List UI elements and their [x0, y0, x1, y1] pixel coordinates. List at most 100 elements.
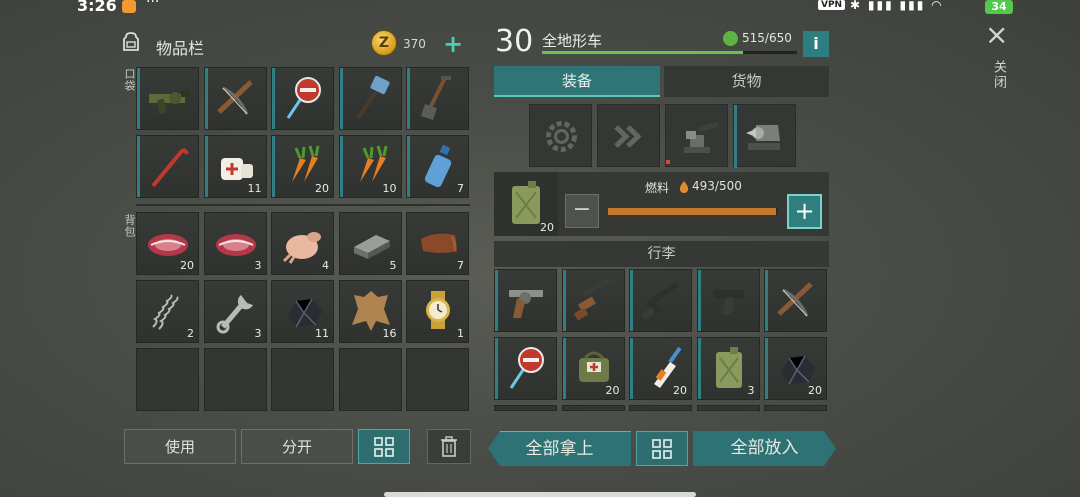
cargo-slot-partial[interactable]: [561, 405, 625, 411]
item-count: 7: [457, 182, 464, 195]
item-count: 3: [747, 384, 755, 397]
backpack-slot-empty[interactable]: [338, 348, 402, 411]
luggage-header: 行李: [494, 241, 829, 267]
sledgehammer-icon: [355, 75, 390, 120]
fuel-plus-button[interactable]: +: [787, 194, 822, 229]
fuel-minus-button[interactable]: −: [565, 194, 599, 228]
item-count: 11: [247, 182, 262, 195]
grid-sort-icon: [652, 439, 672, 459]
pocket-slot-crossbow[interactable]: [203, 67, 267, 130]
equipment-slot-wheel[interactable]: [529, 104, 592, 167]
raw-meat-icon: [215, 234, 256, 256]
cargo-slot-glue-bottle[interactable]: 20: [629, 337, 692, 400]
fuel-drop-icon: [679, 181, 689, 193]
gold-watch-icon: [426, 291, 450, 329]
cargo-slot-partial[interactable]: [494, 405, 557, 411]
pocket-slot-shovel[interactable]: [406, 67, 469, 130]
add-coins-button[interactable]: +: [443, 30, 463, 58]
cargo-slot-partial[interactable]: [764, 405, 827, 411]
grenade-launcher-icon: [149, 91, 190, 114]
crossbow-icon: [777, 282, 813, 317]
item-count: 20: [808, 384, 822, 397]
fuel-value: 493/500: [692, 179, 742, 193]
pocket-slot-sledgehammer[interactable]: [338, 67, 402, 130]
pocket-slot-grenade-launcher[interactable]: [136, 67, 199, 130]
backpack-slot-raw-chicken[interactable]: 4: [271, 212, 334, 275]
cargo-slot-partial[interactable]: [629, 405, 692, 411]
put-all-button[interactable]: 全部放入: [693, 431, 836, 466]
status-bar: 3:26 ··· VPN ✱ ▮▮▮ ▮▮▮ ◠ 34: [0, 0, 1080, 16]
raw-chicken-icon: [282, 232, 321, 264]
close-icon[interactable]: ×: [985, 18, 1008, 51]
status-time: 3:26: [77, 0, 117, 15]
grid-sort-icon: [374, 437, 394, 457]
pocket-slot-crowbar[interactable]: [136, 135, 199, 198]
equipment-slot-turret[interactable]: [665, 104, 728, 167]
drill-ram-icon: [746, 125, 780, 150]
turret-icon: [684, 121, 719, 153]
split-button[interactable]: 分开: [241, 429, 353, 464]
shovel-icon: [421, 76, 451, 120]
broken-indicator: [666, 160, 670, 164]
cargo-slot-revolver[interactable]: [494, 269, 557, 332]
item-count: 1: [457, 327, 464, 340]
cargo-slot-stop-sign[interactable]: [494, 337, 557, 400]
backpack-label: 背包: [123, 214, 136, 238]
home-indicator: [384, 492, 696, 497]
app-notification-icon: [122, 0, 136, 13]
cargo-slot-medkit-bag[interactable]: 20: [561, 337, 625, 400]
equipment-slot-ram[interactable]: [733, 104, 796, 168]
fuel-label: 燃料: [645, 181, 670, 195]
crowbar-icon: [151, 148, 189, 188]
backpack-slot-empty[interactable]: [271, 348, 334, 411]
backpack-slot-animal-hide[interactable]: 16: [338, 280, 402, 343]
take-all-button[interactable]: 全部拿上: [488, 431, 631, 466]
pocket-slot-stop-sign[interactable]: [271, 67, 334, 130]
cargo-slot-crossbow[interactable]: [764, 269, 827, 332]
gear-icon: [546, 121, 577, 152]
item-count: 11: [315, 327, 329, 340]
revolver-icon: [509, 290, 543, 318]
backpack-slot-raw-meat[interactable]: 20: [136, 212, 199, 275]
pocket-slot-water-bottle[interactable]: 7: [406, 135, 469, 198]
tab-equipment[interactable]: 装备: [494, 66, 660, 97]
stop-sign-icon: [286, 77, 321, 119]
pocket-slot-carrots[interactable]: 10: [338, 135, 402, 198]
backpack-slot-wrench[interactable]: 3: [203, 280, 267, 343]
battery-icon: 34: [985, 0, 1013, 14]
sort-grid-button[interactable]: [358, 429, 410, 464]
jerrycan-icon: [715, 347, 742, 388]
backpack-slot-spring[interactable]: 2: [136, 280, 199, 343]
backpack-slot-empty[interactable]: [203, 348, 267, 411]
inventory-title: 物品栏: [156, 39, 205, 58]
iron-bar-icon: [353, 235, 390, 259]
equipment-slot-engine[interactable]: [597, 104, 660, 167]
backpack-slot-leather[interactable]: 7: [406, 212, 469, 275]
more-notifications-icon: ···: [146, 0, 160, 10]
pocket-slot-carrots[interactable]: 20: [271, 135, 334, 198]
fuel-bar-fill: [608, 208, 776, 215]
tab-cargo[interactable]: 货物: [664, 66, 829, 97]
cargo-slot-coal-ore[interactable]: 20: [764, 337, 827, 400]
cargo-slot-jerrycan[interactable]: 3: [696, 337, 760, 400]
pocket-slot-bandage[interactable]: 11: [203, 135, 267, 198]
backpack-slot-iron-bar[interactable]: 5: [338, 212, 402, 275]
fuel-can-count: 20: [540, 221, 554, 234]
vehicle-sort-button[interactable]: [636, 431, 688, 466]
cargo-slot-assault-rifle[interactable]: [629, 269, 692, 332]
use-button[interactable]: 使用: [124, 429, 236, 464]
close-label[interactable]: 关闭: [989, 60, 1008, 90]
backpack-slot-empty[interactable]: [406, 348, 469, 411]
backpack-slot-coal-ore[interactable]: 11: [271, 280, 334, 343]
backpack-slot-empty[interactable]: [136, 348, 199, 411]
backpack-slot-gold-watch[interactable]: 1: [406, 280, 469, 343]
cargo-slot-pistol[interactable]: [696, 269, 760, 332]
backpack-slot-raw-meat[interactable]: 3: [203, 212, 267, 275]
item-count: 3: [254, 259, 262, 272]
cargo-slot-partial[interactable]: [696, 405, 760, 411]
cargo-slot-shotgun[interactable]: [561, 269, 625, 332]
fuel-can-slot[interactable]: 20: [494, 172, 558, 236]
vehicle-capacity: 515/650: [742, 31, 792, 45]
info-button[interactable]: i: [803, 31, 829, 57]
trash-button[interactable]: [427, 429, 471, 464]
